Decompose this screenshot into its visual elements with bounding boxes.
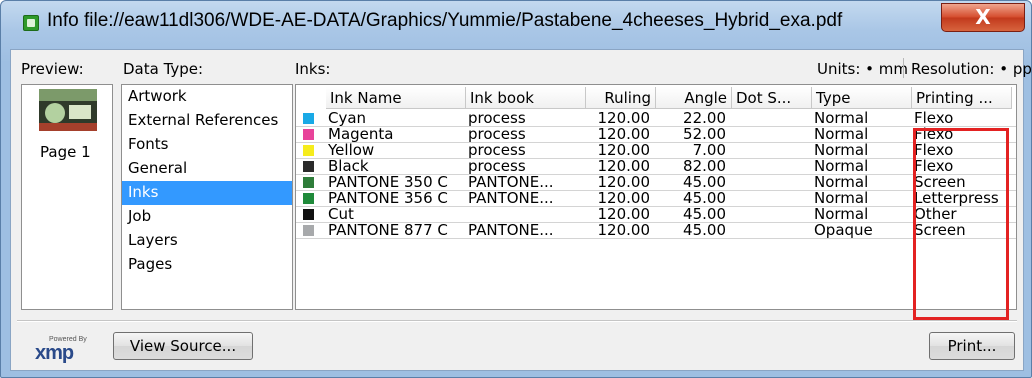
- ink-cell-ruling: 120.00: [597, 143, 651, 158]
- ink-cell-book: process: [468, 127, 526, 142]
- inks-table[interactable]: Ink Name Ink book Ruling Angle Dot S... Type P…: [295, 84, 1017, 310]
- header-col-dot-shape[interactable]: Dot S...: [732, 87, 812, 109]
- ink-cell-type: Normal: [814, 207, 869, 222]
- inks-label: Inks:: [295, 60, 331, 78]
- ink-color-swatch: [303, 113, 314, 124]
- header-col-ink-name[interactable]: Ink Name: [326, 87, 466, 109]
- header-col-ruling[interactable]: Ruling: [586, 87, 656, 109]
- ink-cell-ruling: 120.00: [597, 127, 651, 142]
- ink-cell-book: process: [468, 159, 526, 174]
- ink-cell-book: process: [468, 111, 526, 126]
- ink-cell-angle: 22.00: [683, 111, 726, 126]
- print-button[interactable]: Print...: [929, 332, 1015, 360]
- data-type-item-pages[interactable]: Pages: [122, 253, 292, 277]
- ink-row[interactable]: Cut 120.00 45.00 Normal Other: [296, 207, 1016, 222]
- units-dropdown[interactable]: Units: • mm: [817, 60, 908, 78]
- ink-color-swatch: [303, 161, 314, 172]
- ink-cell-name: Magenta: [328, 127, 394, 142]
- app-icon: [23, 15, 39, 31]
- ink-cell-ruling: 120.00: [597, 223, 651, 238]
- ink-cell-angle: 45.00: [683, 207, 726, 222]
- close-button[interactable]: X: [941, 3, 1025, 32]
- ink-cell-ruling: 120.00: [597, 159, 651, 174]
- ink-cell-ruling: 120.00: [597, 175, 651, 190]
- header-col-angle[interactable]: Angle: [656, 87, 732, 109]
- ink-color-swatch: [303, 177, 314, 188]
- ink-cell-book: PANTONE...: [468, 223, 554, 238]
- ink-cell-name: PANTONE 877 C: [328, 223, 448, 238]
- window-title: Info file://eaw11dl306/WDE-AE-DATA/Graph…: [47, 10, 843, 31]
- ink-cell-ruling: 120.00: [597, 111, 651, 126]
- data-type-item-external-references[interactable]: External References: [122, 109, 292, 133]
- ink-cell-ruling: 120.00: [597, 207, 651, 222]
- page-label: Page 1: [40, 143, 91, 161]
- ink-cell-type: Normal: [814, 143, 869, 158]
- xmp-text: xmp: [35, 342, 74, 364]
- ink-cell-angle: 45.00: [683, 191, 726, 206]
- ink-row[interactable]: PANTONE 350 C PANTONE... 120.00 45.00 Normal…: [296, 175, 1016, 190]
- ink-cell-angle: 52.00: [683, 127, 726, 142]
- ink-cell-angle: 7.00: [692, 143, 726, 158]
- header-col-ink-book[interactable]: Ink book: [466, 87, 586, 109]
- ink-color-swatch: [303, 209, 314, 220]
- ink-cell-type: Normal: [814, 159, 869, 174]
- toolbar-divider: [903, 58, 904, 78]
- data-type-item-fonts[interactable]: Fonts: [122, 133, 292, 157]
- ink-color-swatch: [303, 129, 314, 140]
- title-bar[interactable]: Info file://eaw11dl306/WDE-AE-DATA/Graph…: [1, 1, 1031, 47]
- data-type-item-job[interactable]: Job: [122, 205, 292, 229]
- ink-cell-book: PANTONE...: [468, 175, 554, 190]
- ink-cell-name: Cyan: [328, 111, 367, 126]
- data-type-list[interactable]: Artwork External References Fonts General In…: [121, 84, 293, 310]
- ink-cell-book: PANTONE...: [468, 191, 554, 206]
- page-thumbnail[interactable]: [39, 89, 97, 131]
- ink-cell-type: Normal: [814, 191, 869, 206]
- header-col-type[interactable]: Type: [812, 87, 912, 109]
- ink-cell-ruling: 120.00: [597, 191, 651, 206]
- header-col-printing[interactable]: Printing ...: [912, 87, 1012, 109]
- ink-row[interactable]: PANTONE 877 C PANTONE... 120.00 45.00 Opaque…: [296, 223, 1016, 238]
- ink-color-swatch: [303, 193, 314, 204]
- ink-cell-name: Black: [328, 159, 369, 174]
- ink-row[interactable]: Cyan process 120.00 22.00 Normal Flexo: [296, 111, 1016, 126]
- ink-row[interactable]: Black process 120.00 82.00 Normal Flexo: [296, 159, 1016, 174]
- view-source-button[interactable]: View Source...: [113, 332, 253, 360]
- xmp-logo: Powered By xmp: [35, 336, 87, 364]
- ink-cell-type: Normal: [814, 175, 869, 190]
- ink-row[interactable]: Yellow process 120.00 7.00 Normal Flexo: [296, 143, 1016, 158]
- dialog-body: Preview: Data Type: Inks: Units: • mm Re…: [10, 49, 1031, 371]
- ink-cell-type: Normal: [814, 127, 869, 142]
- data-type-item-artwork[interactable]: Artwork: [122, 85, 292, 109]
- ink-color-swatch: [303, 225, 314, 236]
- row-divider: [296, 238, 1016, 239]
- ink-cell-printing: Flexo: [914, 111, 954, 126]
- ink-row[interactable]: Magenta process 120.00 52.00 Normal Flexo: [296, 127, 1016, 142]
- ink-row[interactable]: PANTONE 356 C PANTONE... 120.00 45.00 Normal…: [296, 191, 1016, 206]
- ink-cell-book: process: [468, 143, 526, 158]
- printing-column-highlight: [913, 128, 1009, 320]
- info-dialog: Info file://eaw11dl306/WDE-AE-DATA/Graph…: [0, 0, 1032, 378]
- preview-label: Preview:: [21, 60, 84, 78]
- ink-cell-type: Opaque: [814, 223, 873, 238]
- ink-cell-type: Normal: [814, 111, 869, 126]
- ink-cell-angle: 45.00: [683, 175, 726, 190]
- ink-color-swatch: [303, 145, 314, 156]
- data-type-item-layers[interactable]: Layers: [122, 229, 292, 253]
- ink-cell-angle: 45.00: [683, 223, 726, 238]
- footer-separator: [17, 320, 1017, 322]
- resolution-dropdown[interactable]: Resolution: • ppi: [911, 60, 1031, 78]
- ink-cell-name: Yellow: [328, 143, 375, 158]
- preview-panel: Page 1: [21, 84, 113, 310]
- ink-cell-angle: 82.00: [683, 159, 726, 174]
- data-type-label: Data Type:: [123, 60, 204, 78]
- ink-cell-name: PANTONE 350 C: [328, 175, 448, 190]
- ink-cell-name: Cut: [328, 207, 354, 222]
- data-type-item-inks[interactable]: Inks: [122, 181, 292, 205]
- data-type-item-general[interactable]: General: [122, 157, 292, 181]
- ink-cell-name: PANTONE 356 C: [328, 191, 448, 206]
